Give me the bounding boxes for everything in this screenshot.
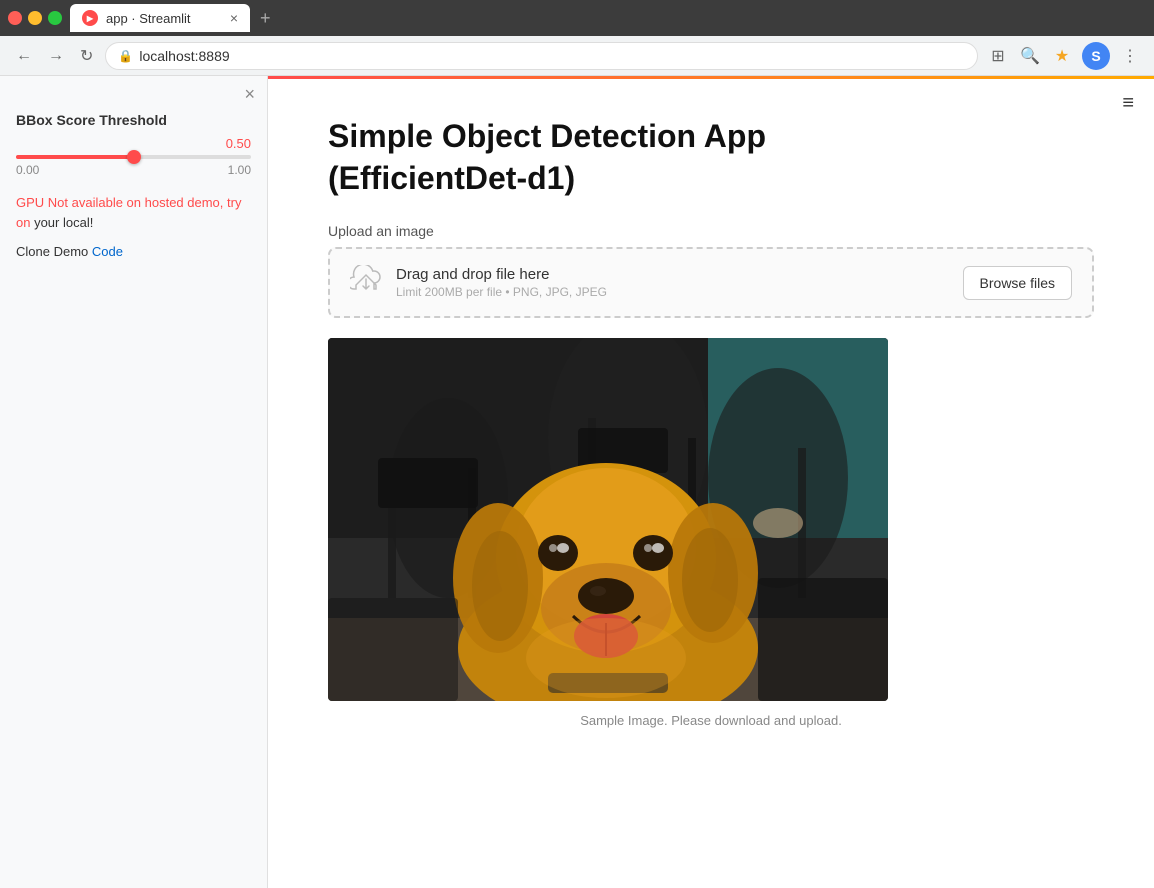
cloud-upload-icon: [350, 265, 382, 300]
back-button[interactable]: ←: [12, 43, 36, 69]
search-icon[interactable]: 🔍: [1018, 44, 1042, 68]
tab-title: app · Streamlit: [106, 11, 191, 26]
main-layout: × BBox Score Threshold 0.50 0.00 1.00 GP…: [0, 76, 1154, 888]
slider-range: 0.00 1.00: [16, 163, 251, 177]
slider-min: 0.00: [16, 163, 39, 177]
close-window-button[interactable]: [8, 11, 22, 25]
address-input[interactable]: 🔒 localhost:8889: [105, 42, 978, 70]
slider-max: 1.00: [228, 163, 251, 177]
upload-label: Upload an image: [328, 223, 1094, 239]
upload-limit-text: Limit 200MB per file • PNG, JPG, JPEG: [396, 285, 607, 299]
content-area: ≡ Simple Object Detection App(EfficientD…: [268, 76, 1154, 888]
profile-avatar[interactable]: S: [1082, 42, 1110, 70]
drag-drop-text: Drag and drop file here: [396, 266, 607, 283]
dog-image-container: [328, 338, 888, 701]
slider-label: BBox Score Threshold: [16, 112, 251, 128]
sidebar-close-button[interactable]: ×: [244, 84, 255, 105]
clone-demo-link[interactable]: Code: [92, 244, 123, 259]
address-bar: ← → ↻ 🔒 localhost:8889 ⊞ 🔍 ★ S ⋮: [0, 36, 1154, 76]
image-caption: Sample Image. Please download and upload…: [328, 713, 1094, 728]
toolbar-icons: ⊞ 🔍 ★ S ⋮: [986, 42, 1142, 70]
slider-container: [16, 155, 251, 159]
bookmark-icon[interactable]: ★: [1050, 44, 1074, 68]
clone-demo-text: Clone Demo Code: [16, 244, 251, 259]
page-title: Simple Object Detection App(EfficientDet…: [328, 116, 1094, 199]
maximize-window-button[interactable]: [48, 11, 62, 25]
reload-button[interactable]: ↻: [76, 42, 97, 70]
active-tab[interactable]: ▶ app · Streamlit ×: [70, 4, 250, 32]
translate-icon[interactable]: ⊞: [986, 44, 1010, 68]
tab-favicon: ▶: [82, 10, 98, 26]
sidebar: × BBox Score Threshold 0.50 0.00 1.00 GP…: [0, 76, 268, 888]
tab-bar: ▶ app · Streamlit × +: [70, 4, 1146, 32]
sidebar-gpu-note: GPU Not available on hosted demo, try on…: [16, 193, 251, 232]
forward-button[interactable]: →: [44, 43, 68, 69]
browser-titlebar: ▶ app · Streamlit × +: [0, 0, 1154, 36]
top-accent-border: [268, 76, 1154, 79]
minimize-window-button[interactable]: [28, 11, 42, 25]
upload-zone[interactable]: Drag and drop file here Limit 200MB per …: [328, 247, 1094, 318]
new-tab-button[interactable]: +: [254, 8, 277, 29]
browse-files-button[interactable]: Browse files: [963, 266, 1072, 300]
upload-text: Drag and drop file here Limit 200MB per …: [396, 266, 607, 299]
clone-demo-prefix: Clone Demo: [16, 244, 92, 259]
tab-close-button[interactable]: ×: [230, 10, 238, 26]
menu-icon[interactable]: ⋮: [1118, 44, 1142, 68]
hamburger-menu-button[interactable]: ≡: [1122, 92, 1134, 115]
window-controls: [8, 11, 62, 25]
url-text: localhost:8889: [139, 48, 229, 64]
dog-image: [328, 338, 888, 701]
dog-image-svg: [328, 338, 888, 701]
upload-left: Drag and drop file here Limit 200MB per …: [350, 265, 607, 300]
lock-icon: 🔒: [118, 49, 133, 63]
